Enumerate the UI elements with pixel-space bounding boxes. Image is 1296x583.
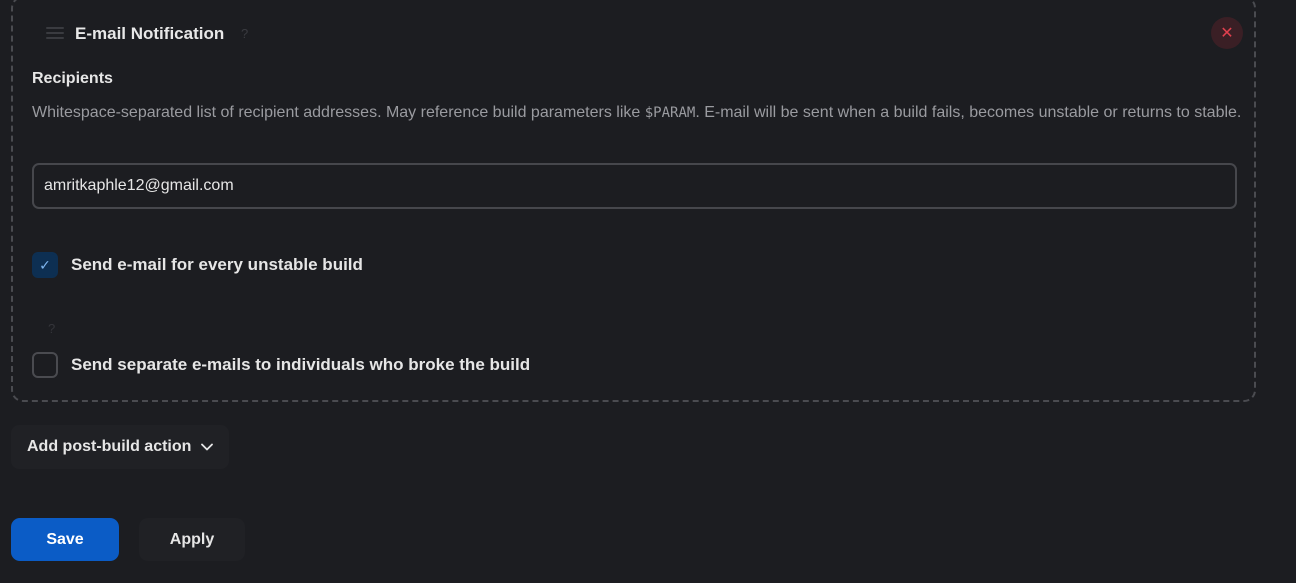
section-title: E-mail Notification xyxy=(75,24,225,43)
description-text-end: . E-mail will be sent when a build fails… xyxy=(695,104,1242,121)
recipients-input[interactable] xyxy=(32,163,1237,209)
option-unstable-build[interactable]: ✓ Send e-mail for every unstable build xyxy=(32,252,363,278)
help-icon[interactable]: ? xyxy=(241,26,248,41)
separate-emails-checkbox[interactable] xyxy=(32,352,58,378)
recipients-description: Whitespace-separated list of recipient a… xyxy=(32,99,1248,127)
description-text: Whitespace-separated list of recipient a… xyxy=(32,104,645,121)
add-post-build-action-label: Add post-build action xyxy=(27,438,192,455)
add-post-build-action-button[interactable]: Add post-build action xyxy=(11,425,230,469)
chevron-down-icon xyxy=(201,440,214,454)
option-separate-emails[interactable]: Send separate e-mails to individuals who… xyxy=(32,352,530,378)
recipients-label: Recipients xyxy=(32,70,113,87)
separate-emails-label: Send separate e-mails to individuals who… xyxy=(71,355,531,374)
apply-button[interactable]: Apply xyxy=(139,518,245,561)
param-code: $PARAM xyxy=(644,105,696,121)
save-button[interactable]: Save xyxy=(11,518,119,561)
page: E-mail Notification ? ✕ Recipients White… xyxy=(0,0,1296,583)
option-help-icon[interactable]: ? xyxy=(48,321,55,336)
close-icon: ✕ xyxy=(1220,25,1234,42)
unstable-build-checkbox[interactable]: ✓ xyxy=(32,252,58,278)
drag-handle-icon[interactable] xyxy=(46,27,64,39)
unstable-build-label: Send e-mail for every unstable build xyxy=(71,255,363,274)
check-icon: ✓ xyxy=(39,256,51,273)
close-button[interactable]: ✕ xyxy=(1211,17,1243,49)
